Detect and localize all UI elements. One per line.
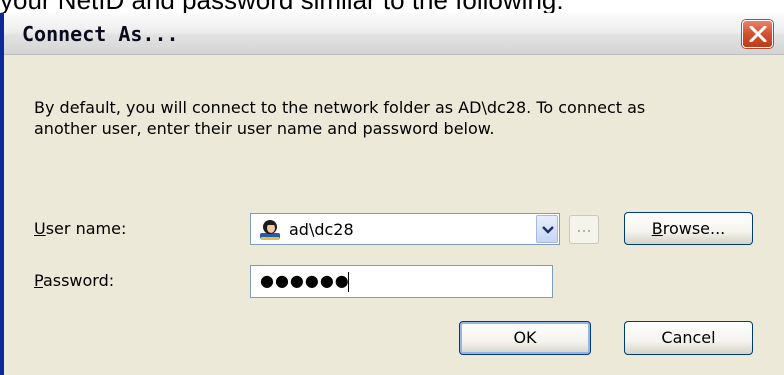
browse-button[interactable]: Browse... <box>624 212 753 245</box>
password-field[interactable]: ●●●●●● <box>250 265 553 298</box>
user-icon <box>260 220 280 240</box>
connect-as-dialog: Connect As... By default, you will conne… <box>0 13 784 375</box>
title-bar[interactable]: Connect As... <box>4 13 784 55</box>
password-label: Password: <box>34 271 115 290</box>
page-caption: your NetID and password similar to the f… <box>0 0 564 15</box>
username-label: User name: <box>34 219 127 238</box>
cancel-button[interactable]: Cancel <box>624 321 753 355</box>
text-caret <box>348 272 349 292</box>
username-dropdown-button[interactable] <box>536 215 558 243</box>
ellipsis-button[interactable]: ... <box>569 215 599 244</box>
username-value: ad\dc28 <box>289 220 354 239</box>
username-combobox[interactable]: ad\dc28 <box>250 213 560 245</box>
password-masked-value: ●●●●●● <box>260 271 350 290</box>
dialog-description: By default, you will connect to the netw… <box>34 98 646 138</box>
close-icon <box>749 26 767 42</box>
close-button[interactable] <box>742 20 773 48</box>
dialog-title: Connect As... <box>22 22 179 46</box>
ok-button[interactable]: OK <box>459 321 591 355</box>
chevron-down-icon <box>542 226 554 234</box>
